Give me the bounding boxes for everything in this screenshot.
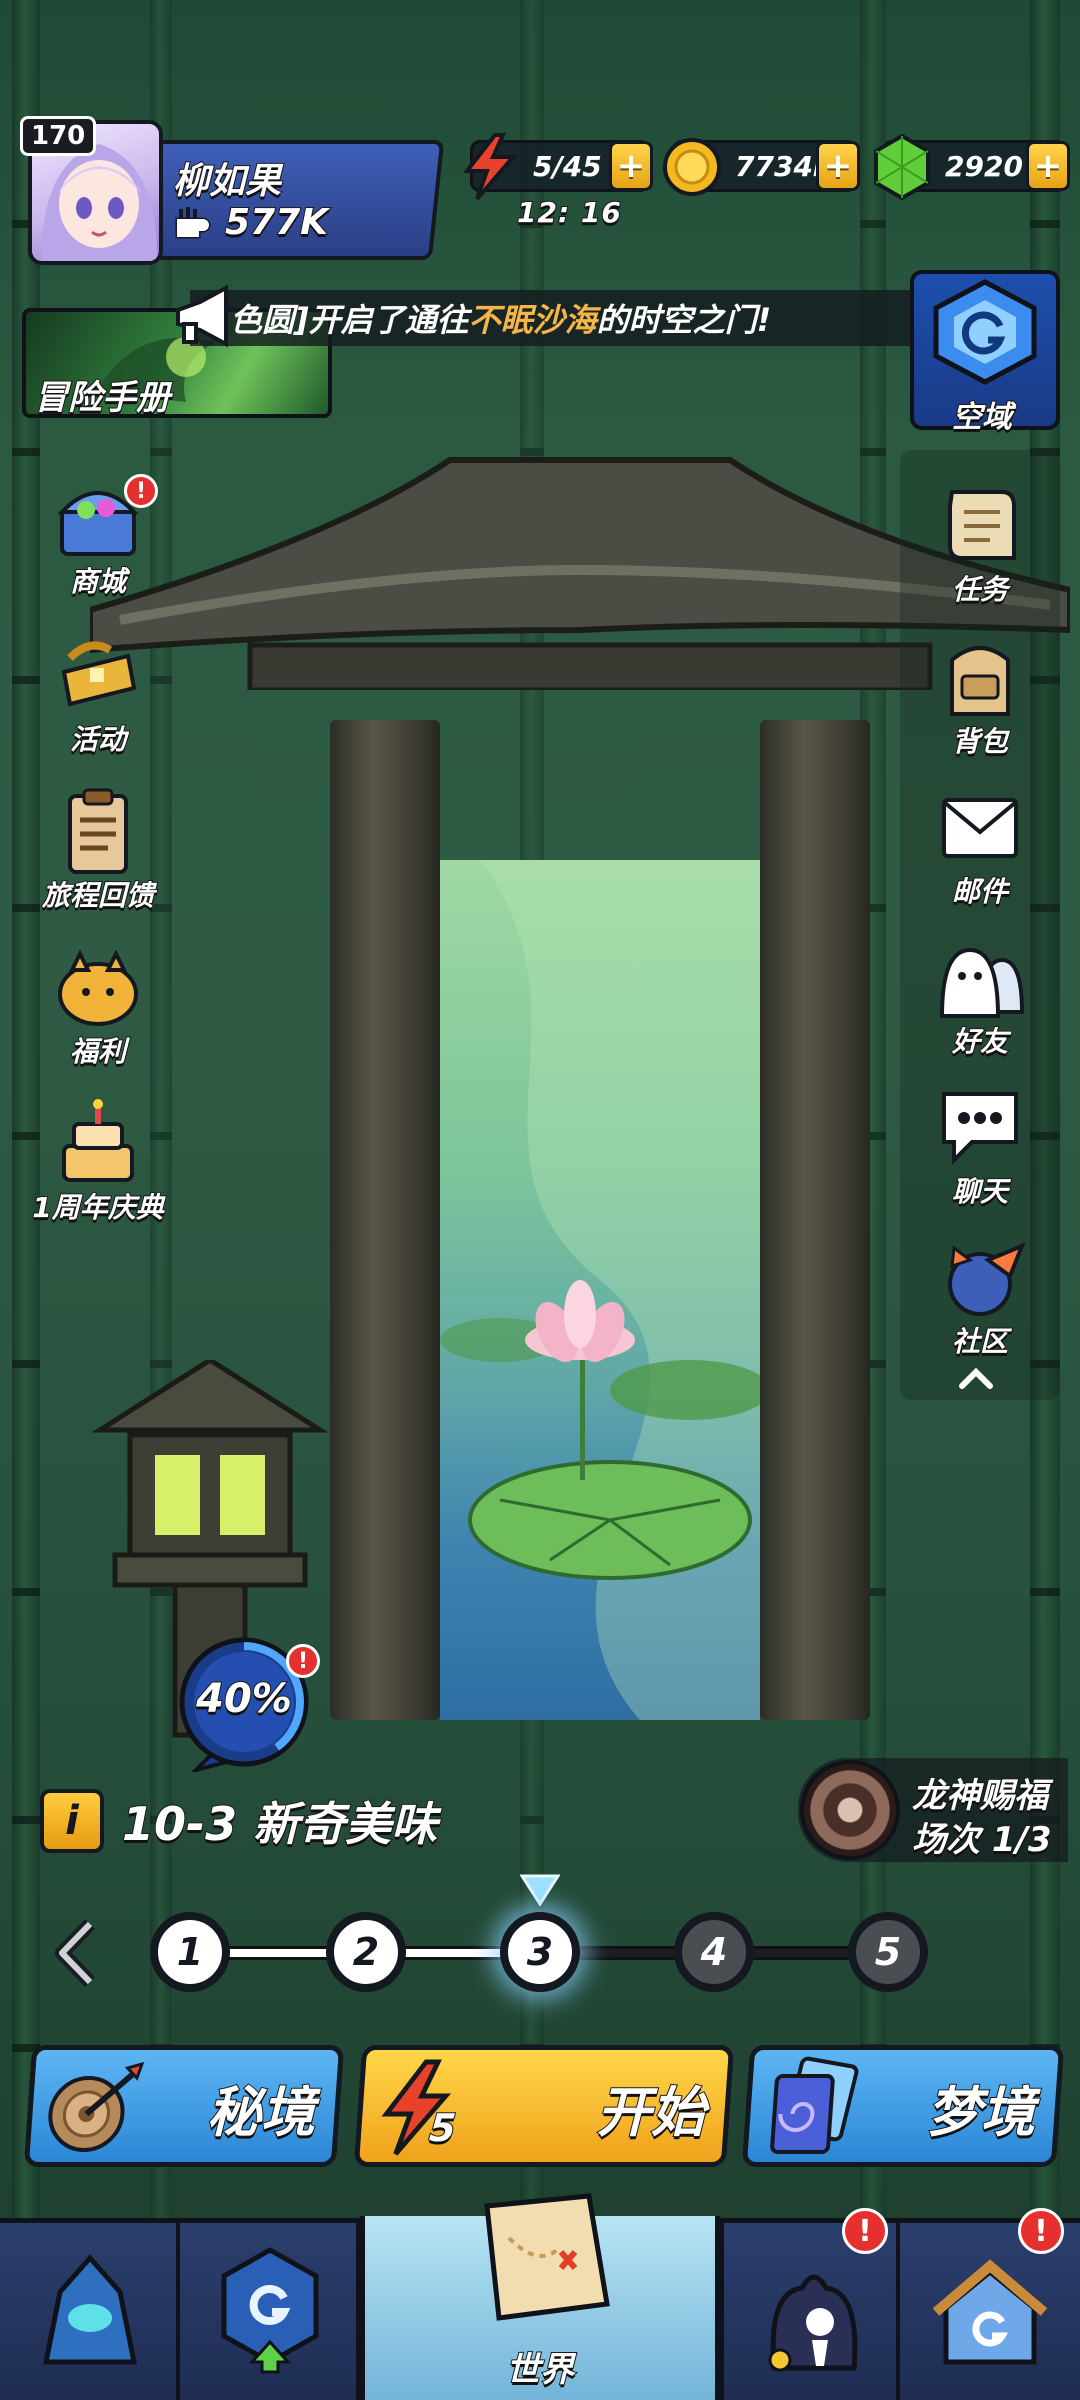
collapse-menu-chevron-up-icon[interactable] bbox=[958, 1366, 994, 1390]
player-level: 170 bbox=[20, 116, 97, 156]
menu-friends[interactable]: 好友 bbox=[900, 930, 1060, 1060]
combat-power-value: 577K bbox=[224, 201, 329, 244]
announcement-prefix: 色圆]开启了通往 bbox=[230, 301, 469, 339]
add-gem-button[interactable]: + bbox=[1026, 141, 1070, 191]
start-label: 开始 bbox=[596, 2080, 706, 2145]
base-icon bbox=[932, 2259, 1048, 2365]
quest-scroll-icon bbox=[948, 490, 1016, 560]
chapter-progress-badge[interactable]: 40% ! bbox=[174, 1632, 320, 1774]
dream-button[interactable]: 梦境 bbox=[741, 2045, 1065, 2167]
gate-pillar-right bbox=[760, 720, 870, 1720]
start-button[interactable]: 5 开始 bbox=[353, 2045, 735, 2167]
menu-chat[interactable]: 聊天 bbox=[900, 1080, 1060, 1210]
stage-step-3[interactable]: 3 bbox=[500, 1912, 580, 1992]
announcement-highlight: 不眠沙海 bbox=[468, 301, 597, 339]
journey-clipboard-icon bbox=[68, 788, 128, 874]
airspace-crystal-icon bbox=[933, 279, 1037, 385]
stage-step-4[interactable]: 4 bbox=[674, 1912, 754, 1992]
dragon-blessing-icon[interactable] bbox=[800, 1760, 900, 1860]
menu-community[interactable]: 社区 bbox=[900, 1230, 1060, 1360]
gold-coin-icon bbox=[663, 138, 721, 196]
dragon-blessing-count: 场次 1/3 bbox=[911, 1819, 1053, 1861]
dream-card-icon bbox=[770, 2056, 859, 2154]
announcement-suffix: 的时空之门! bbox=[596, 301, 772, 339]
secret-realm-label: 秘境 bbox=[206, 2080, 316, 2145]
dragon-blessing-title: 龙神赐福 bbox=[911, 1775, 1049, 1817]
progress-alert-badge: ! bbox=[286, 1644, 320, 1678]
menu-mail[interactable]: 邮件 bbox=[900, 780, 1060, 910]
chat-bubble-icon bbox=[942, 1092, 1018, 1165]
gold-counter: 7734K + bbox=[663, 138, 860, 196]
world-map-icon bbox=[484, 2193, 610, 2321]
start-energy-cost: 5 bbox=[427, 2105, 459, 2151]
menu-journey[interactable]: 旅程回馈 bbox=[18, 784, 178, 914]
game-screen: 170 柳如果 577K 5/45 + 12: 16 7734K + 2920 … bbox=[0, 0, 1080, 2400]
target-dart-icon bbox=[48, 2061, 145, 2152]
player-profile[interactable]: 170 柳如果 577K bbox=[20, 116, 445, 268]
energy-timer: 12: 16 bbox=[516, 195, 622, 230]
mail-icon bbox=[942, 798, 1018, 858]
energy-counter: 5/45 + bbox=[462, 133, 653, 201]
add-energy-button[interactable]: + bbox=[609, 141, 653, 191]
menu-shop[interactable]: ! 商城 bbox=[18, 470, 178, 600]
fist-icon bbox=[175, 206, 211, 238]
welfare-piggy-icon bbox=[58, 949, 138, 1026]
megaphone-icon bbox=[176, 284, 228, 348]
add-gold-button[interactable]: + bbox=[816, 141, 860, 191]
gem-counter: 2920 + bbox=[874, 133, 1070, 201]
companion-alert-badge: ! bbox=[842, 2208, 888, 2254]
chevron-left-icon[interactable] bbox=[52, 1918, 100, 1988]
stage-title: 10-3 新奇美味 bbox=[121, 1796, 438, 1852]
nav-tab-companion[interactable]: ! bbox=[720, 2208, 900, 2400]
menu-event[interactable]: 活动 bbox=[18, 628, 178, 758]
stage-step-5[interactable]: 5 bbox=[848, 1912, 928, 1992]
current-step-marker-icon bbox=[520, 1874, 560, 1906]
menu-welfare[interactable]: 福利 bbox=[18, 940, 178, 1070]
stage-info[interactable]: i 10-3 新奇美味 bbox=[40, 1788, 438, 1854]
airspace-label: 空域 bbox=[951, 399, 1013, 436]
gate-pillar-left bbox=[330, 720, 440, 1720]
event-icon bbox=[61, 641, 137, 707]
base-alert-badge: ! bbox=[1018, 2208, 1064, 2254]
companion-icon bbox=[768, 2274, 858, 2372]
combat-power: 577K bbox=[173, 201, 329, 244]
backpack-icon bbox=[950, 646, 1010, 716]
secret-realm-button[interactable]: 秘境 bbox=[23, 2045, 345, 2167]
stage-step-1[interactable]: 1 bbox=[150, 1912, 230, 1992]
info-icon[interactable]: i bbox=[40, 1789, 104, 1853]
lotus-pond-scene bbox=[440, 860, 760, 1720]
announcement-ticker: 色圆]开启了通往 不眠沙海 的时空之门! bbox=[190, 290, 920, 346]
stage-step-2[interactable]: 2 bbox=[326, 1912, 406, 1992]
menu-quest[interactable]: 任务 bbox=[900, 478, 1060, 608]
adventure-manual-label: 冒险手册 bbox=[33, 377, 171, 419]
nav-tab-base[interactable]: ! bbox=[900, 2208, 1080, 2400]
anniversary-cake-icon bbox=[62, 1099, 134, 1182]
green-gem-icon bbox=[874, 133, 930, 201]
community-icon bbox=[948, 1242, 1026, 1316]
friends-icon bbox=[939, 947, 1025, 1018]
menu-backpack[interactable]: 背包 bbox=[900, 630, 1060, 760]
menu-anniversary[interactable]: 1周年庆典 bbox=[18, 1096, 178, 1226]
progress-percent: 40% bbox=[195, 1675, 293, 1723]
dream-label: 梦境 bbox=[926, 2080, 1036, 2145]
lightning-icon bbox=[462, 133, 518, 201]
player-name: 柳如果 bbox=[172, 160, 282, 203]
stage-step-track: 1 2 3 4 5 bbox=[150, 1912, 930, 1992]
time-portal[interactable] bbox=[440, 860, 760, 1720]
shop-alert-badge: ! bbox=[124, 474, 158, 508]
